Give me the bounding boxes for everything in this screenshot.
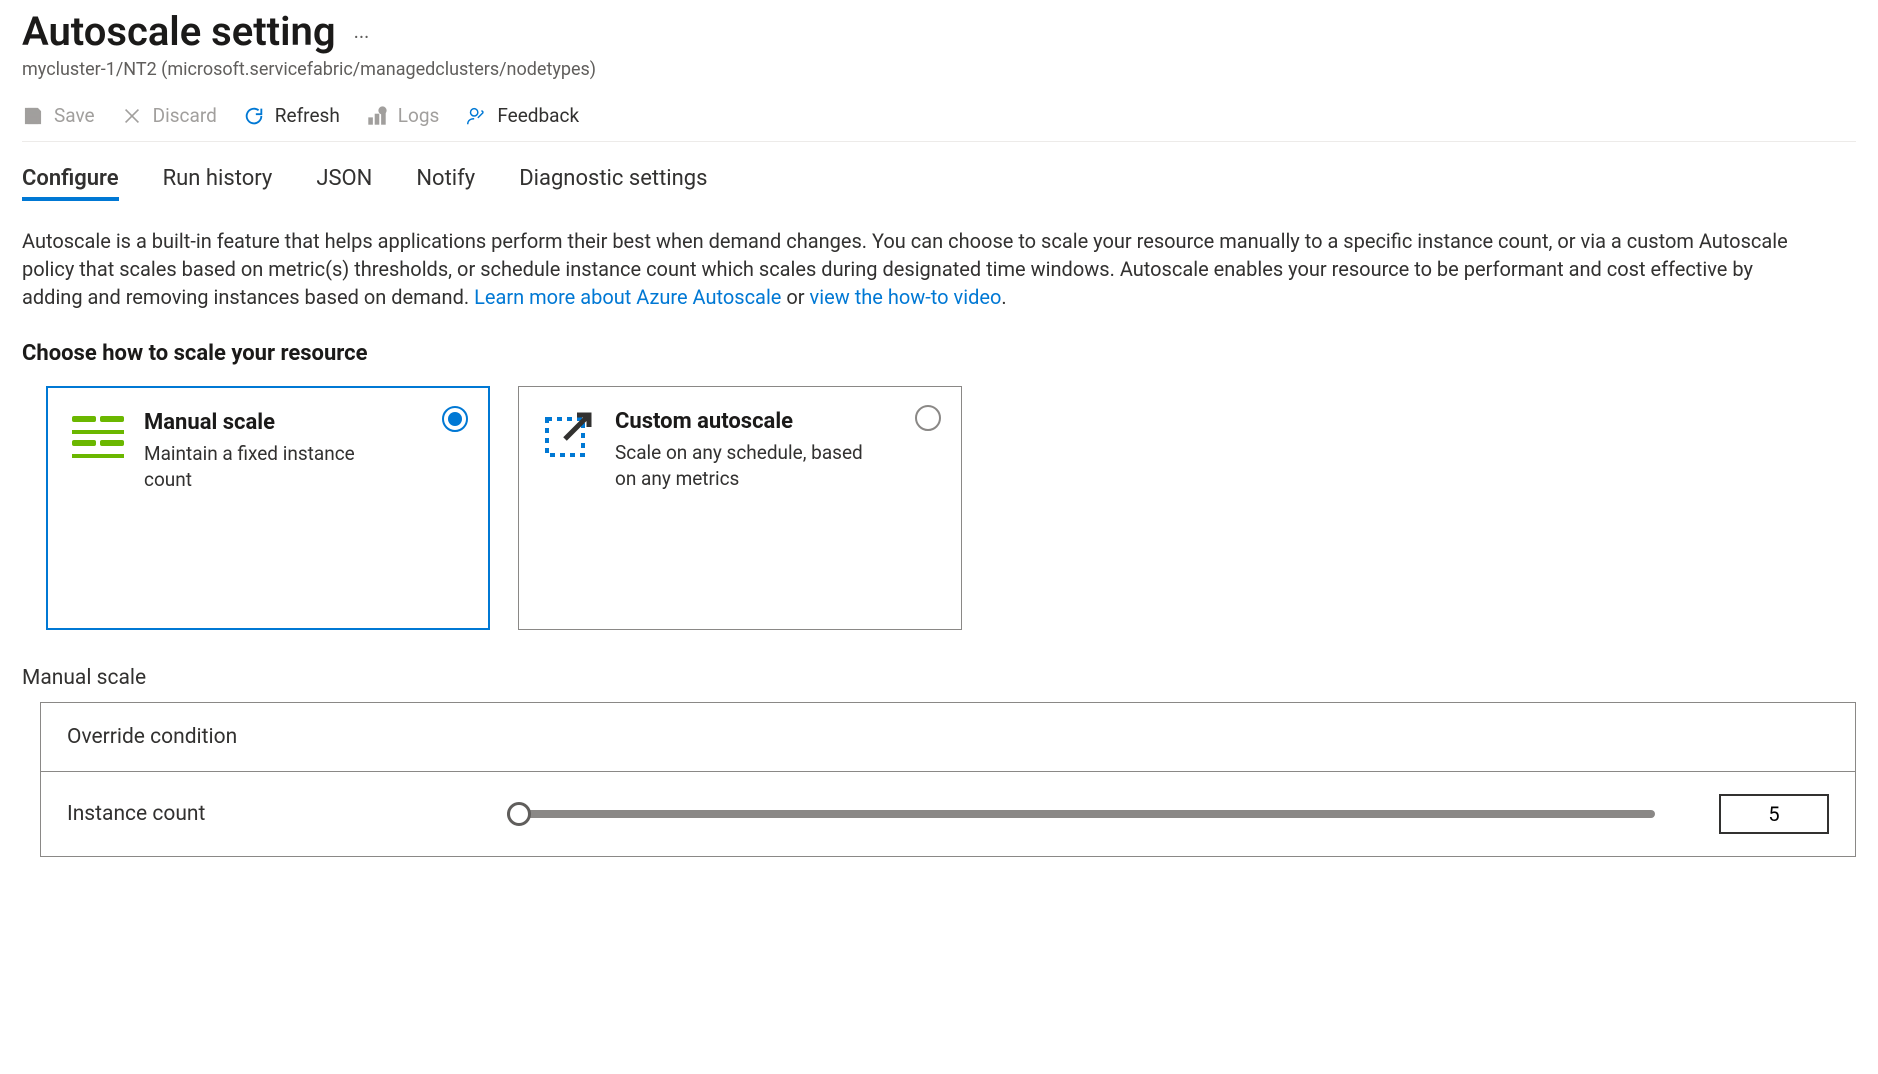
discard-label: Discard xyxy=(153,104,217,127)
feedback-label: Feedback xyxy=(497,104,579,127)
howto-video-link[interactable]: view the how-to video xyxy=(810,285,1002,309)
tab-json[interactable]: JSON xyxy=(316,158,372,201)
scale-mode-cards: Manual scale Maintain a fixed instance c… xyxy=(46,386,1856,630)
manual-card-title: Manual scale xyxy=(144,410,394,435)
tabs: Configure Run history JSON Notify Diagno… xyxy=(22,158,1856,201)
custom-radio[interactable] xyxy=(915,405,941,431)
description-text: Autoscale is a built-in feature that hel… xyxy=(22,227,1802,311)
breadcrumb: mycluster-1/NT2 (microsoft.servicefabric… xyxy=(22,59,1856,80)
manual-card-desc: Maintain a fixed instance count xyxy=(144,441,394,492)
refresh-label: Refresh xyxy=(275,104,340,127)
manual-scale-card[interactable]: Manual scale Maintain a fixed instance c… xyxy=(46,386,490,630)
manual-radio[interactable] xyxy=(442,406,468,432)
manual-scale-panel: Override condition Instance count xyxy=(40,702,1856,857)
instance-count-row: Instance count xyxy=(41,772,1855,856)
refresh-button[interactable]: Refresh xyxy=(243,104,340,127)
tab-notify[interactable]: Notify xyxy=(416,158,475,201)
tab-diagnostic[interactable]: Diagnostic settings xyxy=(519,158,707,201)
save-label: Save xyxy=(54,104,95,127)
description-period: . xyxy=(1001,285,1006,309)
custom-autoscale-card[interactable]: Custom autoscale Scale on any schedule, … xyxy=(518,386,962,630)
override-condition-label: Override condition xyxy=(67,725,237,749)
instance-count-input[interactable] xyxy=(1719,794,1829,834)
more-menu-icon[interactable]: ··· xyxy=(354,15,370,49)
custom-card-title: Custom autoscale xyxy=(615,409,865,434)
custom-autoscale-icon xyxy=(541,407,597,463)
discard-button[interactable]: Discard xyxy=(121,104,217,127)
close-icon xyxy=(121,105,143,127)
instance-count-label: Instance count xyxy=(67,802,467,826)
slider-thumb[interactable] xyxy=(507,802,531,826)
refresh-icon xyxy=(243,105,265,127)
override-condition-row: Override condition xyxy=(41,703,1855,772)
slider-track xyxy=(507,810,1655,818)
save-icon xyxy=(22,105,44,127)
manual-scale-icon xyxy=(70,408,126,464)
tab-configure[interactable]: Configure xyxy=(22,158,119,201)
instance-count-slider[interactable] xyxy=(507,799,1655,829)
custom-card-desc: Scale on any schedule, based on any metr… xyxy=(615,440,865,491)
logs-label: Logs xyxy=(398,104,440,127)
logs-button[interactable]: Logs xyxy=(366,104,440,127)
logs-icon xyxy=(366,105,388,127)
save-button[interactable]: Save xyxy=(22,104,95,127)
tab-run-history[interactable]: Run history xyxy=(163,158,273,201)
description-or: or xyxy=(786,285,809,309)
choose-heading: Choose how to scale your resource xyxy=(22,341,1856,366)
learn-more-link[interactable]: Learn more about Azure Autoscale xyxy=(474,285,781,309)
feedback-icon xyxy=(465,105,487,127)
manual-section-title: Manual scale xyxy=(22,666,1856,690)
page-title: Autoscale setting xyxy=(22,8,336,55)
feedback-button[interactable]: Feedback xyxy=(465,104,579,127)
toolbar: Save Discard Refresh Logs Feedback xyxy=(22,104,1856,142)
